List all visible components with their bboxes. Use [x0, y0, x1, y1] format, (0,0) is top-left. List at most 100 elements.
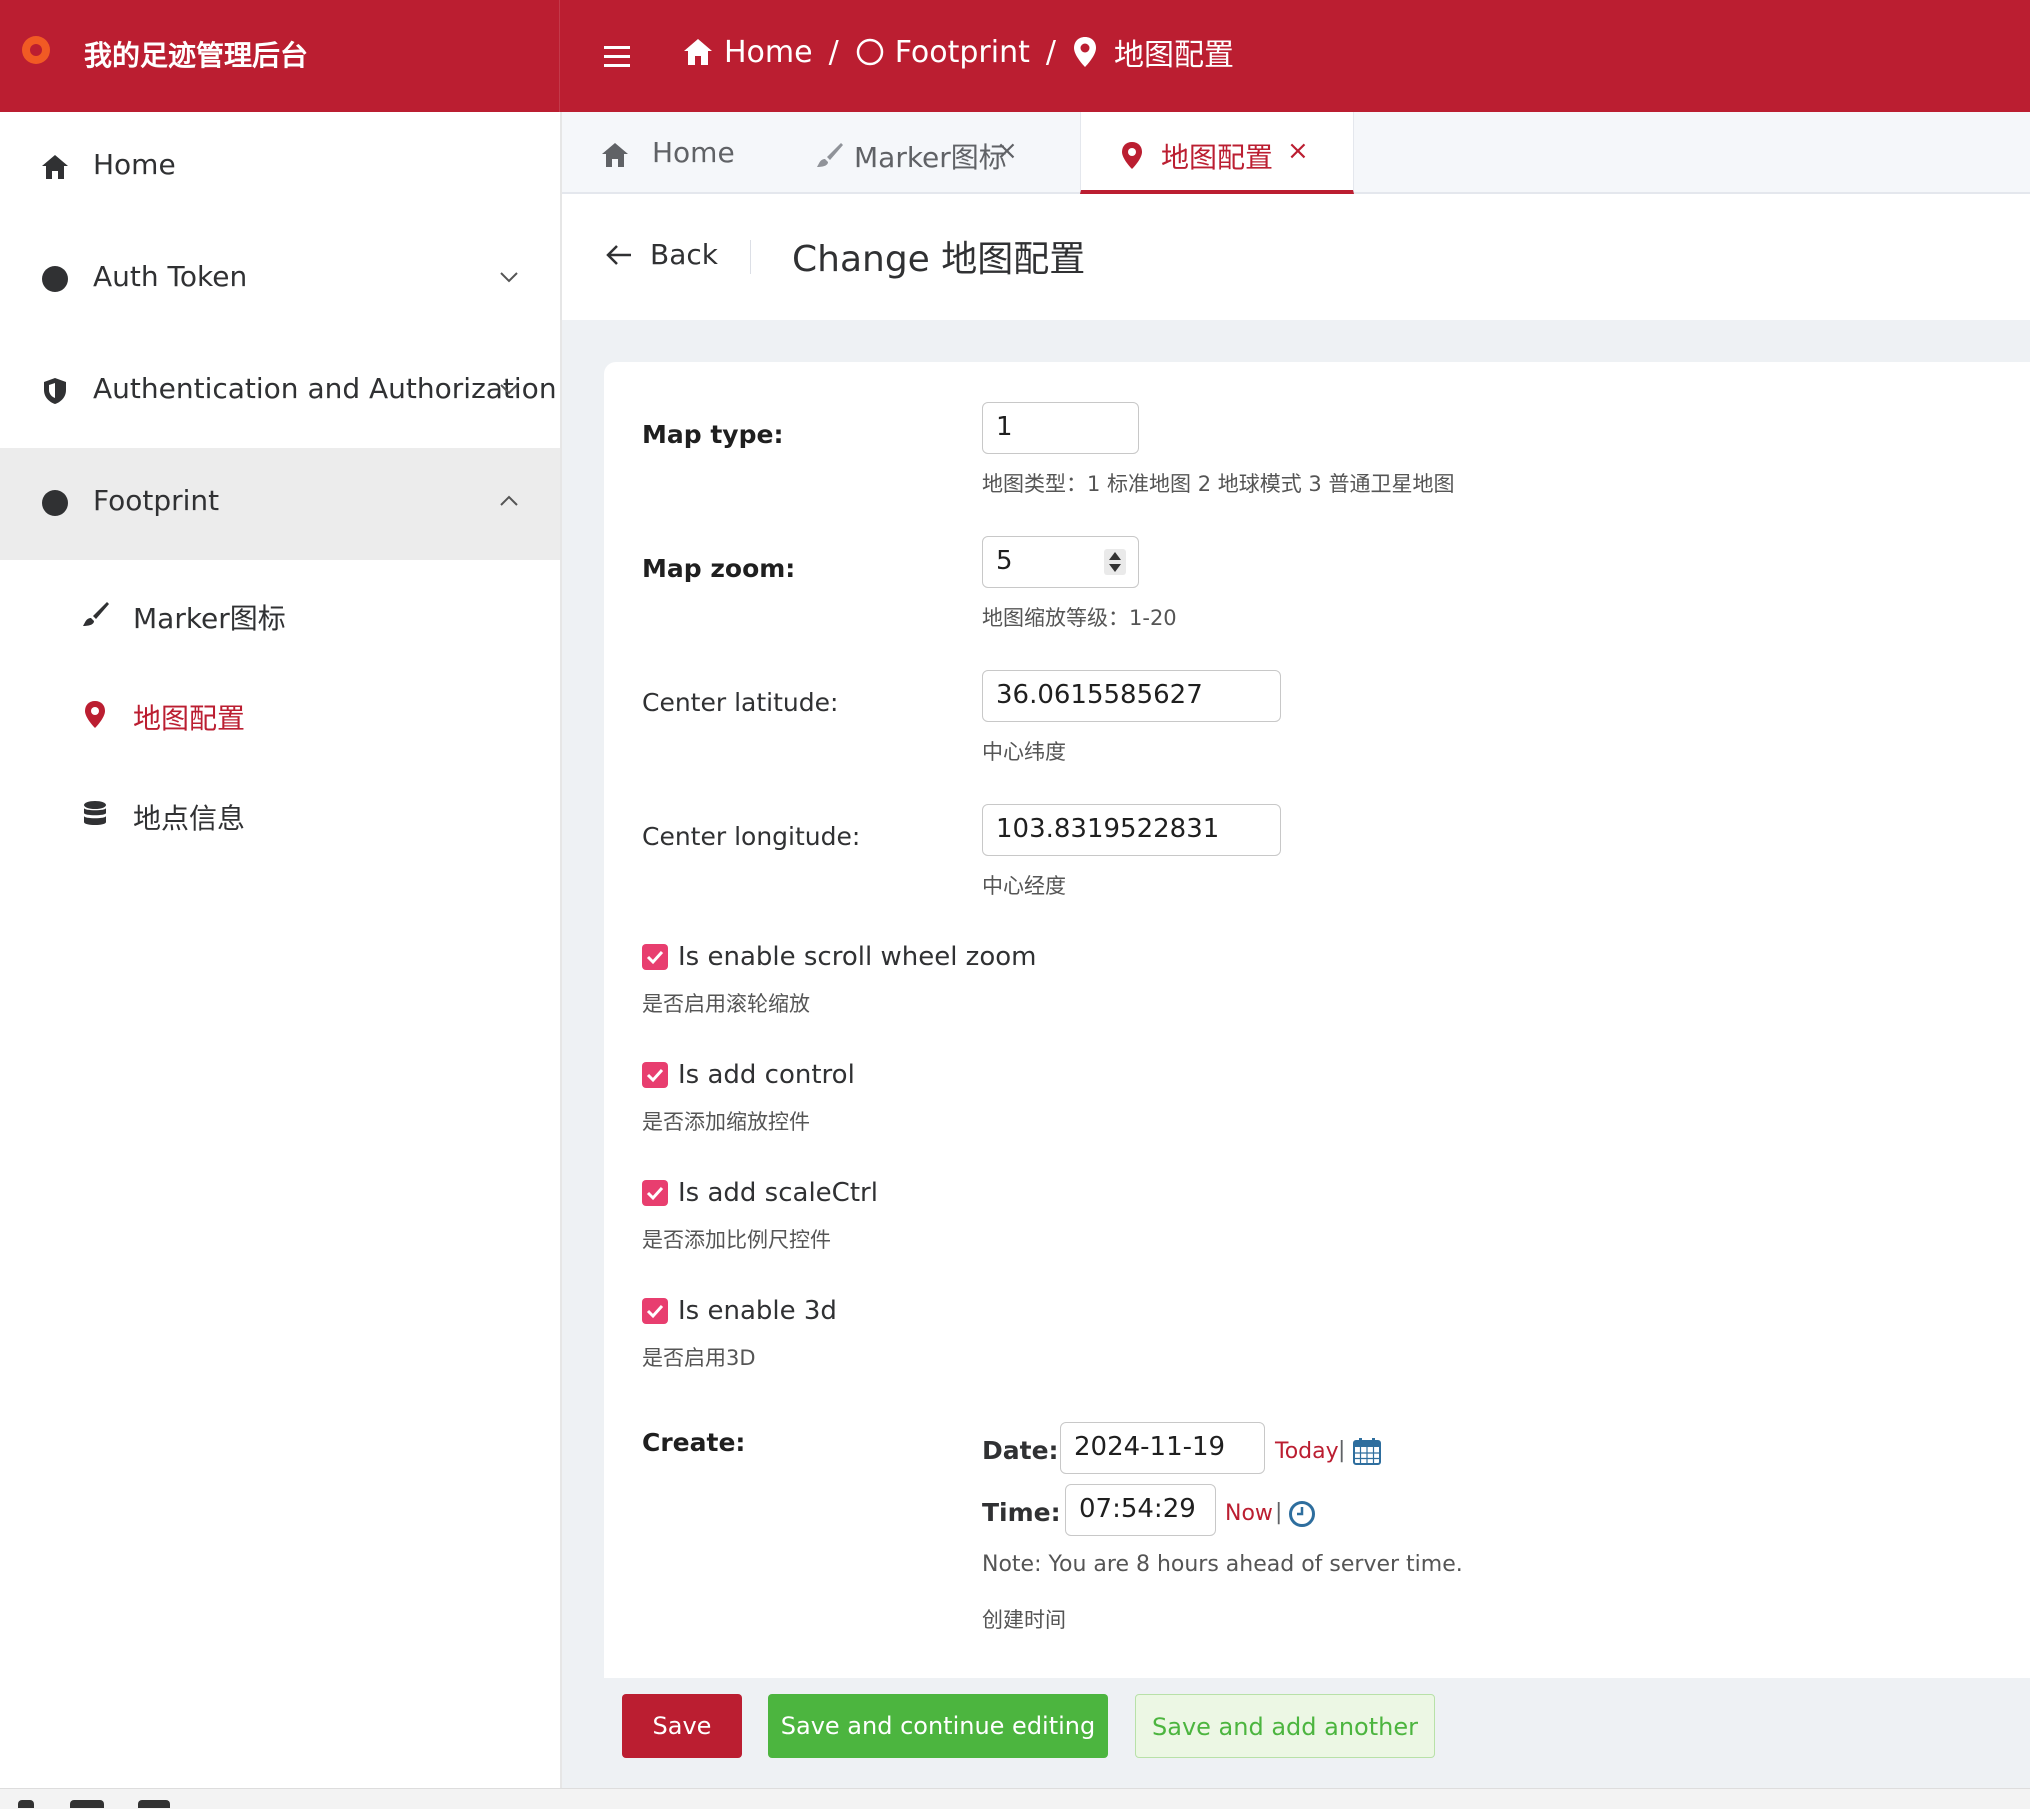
chevron-down-icon [500, 384, 518, 395]
sidebar-item-label: Footprint [93, 484, 220, 517]
breadcrumb: Home / Footprint / 地图配置 [682, 30, 1234, 74]
database-icon [84, 801, 106, 825]
tab-label: 地图配置 [1161, 141, 1274, 174]
check-icon [646, 1304, 664, 1319]
now-link[interactable]: Now [1225, 1501, 1273, 1526]
toolbar-icon[interactable] [138, 1800, 170, 1808]
top-bar: 我的足迹管理后台 Home / Footprint / 地图配置 [0, 0, 2030, 112]
map-zoom-stepper[interactable]: 5 [982, 536, 1139, 588]
server-time-note: Note: You are 8 hours ahead of server ti… [982, 1552, 1463, 1577]
stepper-arrows-icon[interactable] [1104, 549, 1126, 575]
map-zoom-label: Map zoom: [642, 554, 796, 583]
center-longitude-input[interactable]: 103.8319522831 [982, 804, 1281, 856]
sidebar-item-label: 地点信息 [133, 802, 246, 835]
add-control-checkbox[interactable] [642, 1062, 668, 1088]
home-icon [684, 39, 712, 65]
check-icon [646, 1068, 664, 1083]
breadcrumb-separator: / [1045, 34, 1056, 70]
tab-map-config[interactable]: 地图配置 × [1080, 112, 1354, 194]
sidebar-item-home[interactable]: Home [0, 112, 560, 224]
scroll-wheel-zoom-checkbox[interactable] [642, 944, 668, 970]
create-label: Create: [642, 1428, 746, 1457]
map-type-help: 地图类型：1 标准地图 2 地球模式 3 普通卫星地图 [982, 472, 1455, 496]
sidebar-item-footprint[interactable]: Footprint [0, 448, 560, 560]
scroll-wheel-zoom-label[interactable]: Is enable scroll wheel zoom [678, 942, 1036, 972]
breadcrumb-footprint[interactable]: Footprint [855, 35, 1030, 70]
header-divider [750, 240, 751, 274]
calendar-icon[interactable] [1352, 1436, 1382, 1466]
time-separator: | [1275, 1500, 1283, 1525]
center-longitude-help: 中心经度 [982, 874, 1066, 898]
check-icon [646, 950, 664, 965]
tab-bar: Home Marker图标 × 地图配置 × [562, 112, 2030, 194]
bottom-toolbar [0, 1788, 2030, 1809]
tab-label: Marker图标 [854, 141, 1007, 174]
date-label: Date: [982, 1436, 1059, 1465]
tab-home[interactable]: Home [562, 112, 772, 192]
home-icon [602, 143, 628, 167]
circle-icon [42, 266, 68, 292]
sidebar-item-label: Marker图标 [133, 602, 286, 635]
sidebar-item-label: Authentication and Authorization [93, 372, 557, 405]
clock-icon[interactable] [1288, 1500, 1316, 1528]
center-longitude-label: Center longitude: [642, 822, 861, 851]
save-add-another-button[interactable]: Save and add another [1135, 1694, 1435, 1758]
brand-logo-icon [22, 36, 50, 64]
breadcrumb-home[interactable]: Home [682, 35, 813, 70]
center-latitude-input[interactable]: 36.0615585627 [982, 670, 1281, 722]
date-input[interactable]: 2024-11-19 [1060, 1422, 1265, 1474]
breadcrumb-current: 地图配置 [1072, 30, 1234, 74]
map-type-input[interactable]: 1 [982, 402, 1139, 454]
back-button[interactable]: Back [604, 238, 718, 271]
map-pin-icon [1073, 37, 1096, 67]
enable-3d-label[interactable]: Is enable 3d [678, 1296, 837, 1326]
sidebar-item-auth-token[interactable]: Auth Token [0, 224, 560, 336]
add-control-label[interactable]: Is add control [678, 1060, 855, 1090]
breadcrumb-separator: / [828, 34, 839, 70]
create-help: 创建时间 [982, 1608, 1066, 1632]
shield-icon [44, 378, 66, 404]
chevron-up-icon [500, 495, 518, 506]
form-card [604, 362, 2030, 1678]
sidebar-item-authentication[interactable]: Authentication and Authorization [0, 336, 560, 448]
chevron-down-icon [500, 272, 518, 283]
sidebar-item-marker[interactable]: Marker图标 [0, 565, 560, 665]
enable-3d-checkbox[interactable] [642, 1298, 668, 1324]
hamburger-icon[interactable] [604, 38, 632, 74]
today-link[interactable]: Today [1275, 1439, 1339, 1464]
map-pin-icon [85, 701, 105, 728]
home-icon [42, 155, 68, 179]
sidebar: Home Auth Token Authentication and Autho… [0, 112, 562, 1788]
toolbar-icon[interactable] [18, 1800, 34, 1808]
map-pin-icon [1122, 142, 1142, 169]
save-continue-button[interactable]: Save and continue editing [768, 1694, 1108, 1758]
sidebar-item-label: Home [93, 148, 176, 181]
close-icon[interactable]: × [996, 136, 1018, 166]
scroll-wheel-zoom-help: 是否启用滚轮缩放 [642, 992, 810, 1016]
circle-icon [42, 490, 68, 516]
add-control-help: 是否添加缩放控件 [642, 1110, 810, 1134]
add-scalectrl-label[interactable]: Is add scaleCtrl [678, 1178, 878, 1208]
arrow-left-icon [606, 244, 631, 265]
sidebar-item-places[interactable]: 地点信息 [0, 765, 560, 865]
add-scalectrl-checkbox[interactable] [642, 1180, 668, 1206]
time-input[interactable]: 07:54:29 [1065, 1484, 1216, 1536]
brush-icon [817, 143, 843, 167]
circle-outline-icon [856, 38, 883, 66]
close-icon[interactable]: × [1287, 136, 1309, 166]
sidebar-item-map-config[interactable]: 地图配置 [0, 665, 560, 765]
save-button[interactable]: Save [622, 1694, 742, 1758]
tab-marker[interactable]: Marker图标 × [772, 112, 1042, 192]
tab-label: Home [652, 136, 735, 169]
brand-title: 我的足迹管理后台 [84, 39, 309, 72]
map-type-label: Map type: [642, 420, 784, 449]
sidebar-item-label: Auth Token [93, 260, 248, 293]
center-latitude-help: 中心纬度 [982, 740, 1066, 764]
toolbar-icon[interactable] [70, 1800, 104, 1808]
brand[interactable]: 我的足迹管理后台 [0, 0, 560, 112]
sidebar-item-label: 地图配置 [133, 702, 246, 735]
map-zoom-help: 地图缩放等级：1-20 [982, 606, 1177, 630]
check-icon [646, 1186, 664, 1201]
date-separator: | [1338, 1438, 1346, 1463]
time-label: Time: [982, 1498, 1061, 1527]
